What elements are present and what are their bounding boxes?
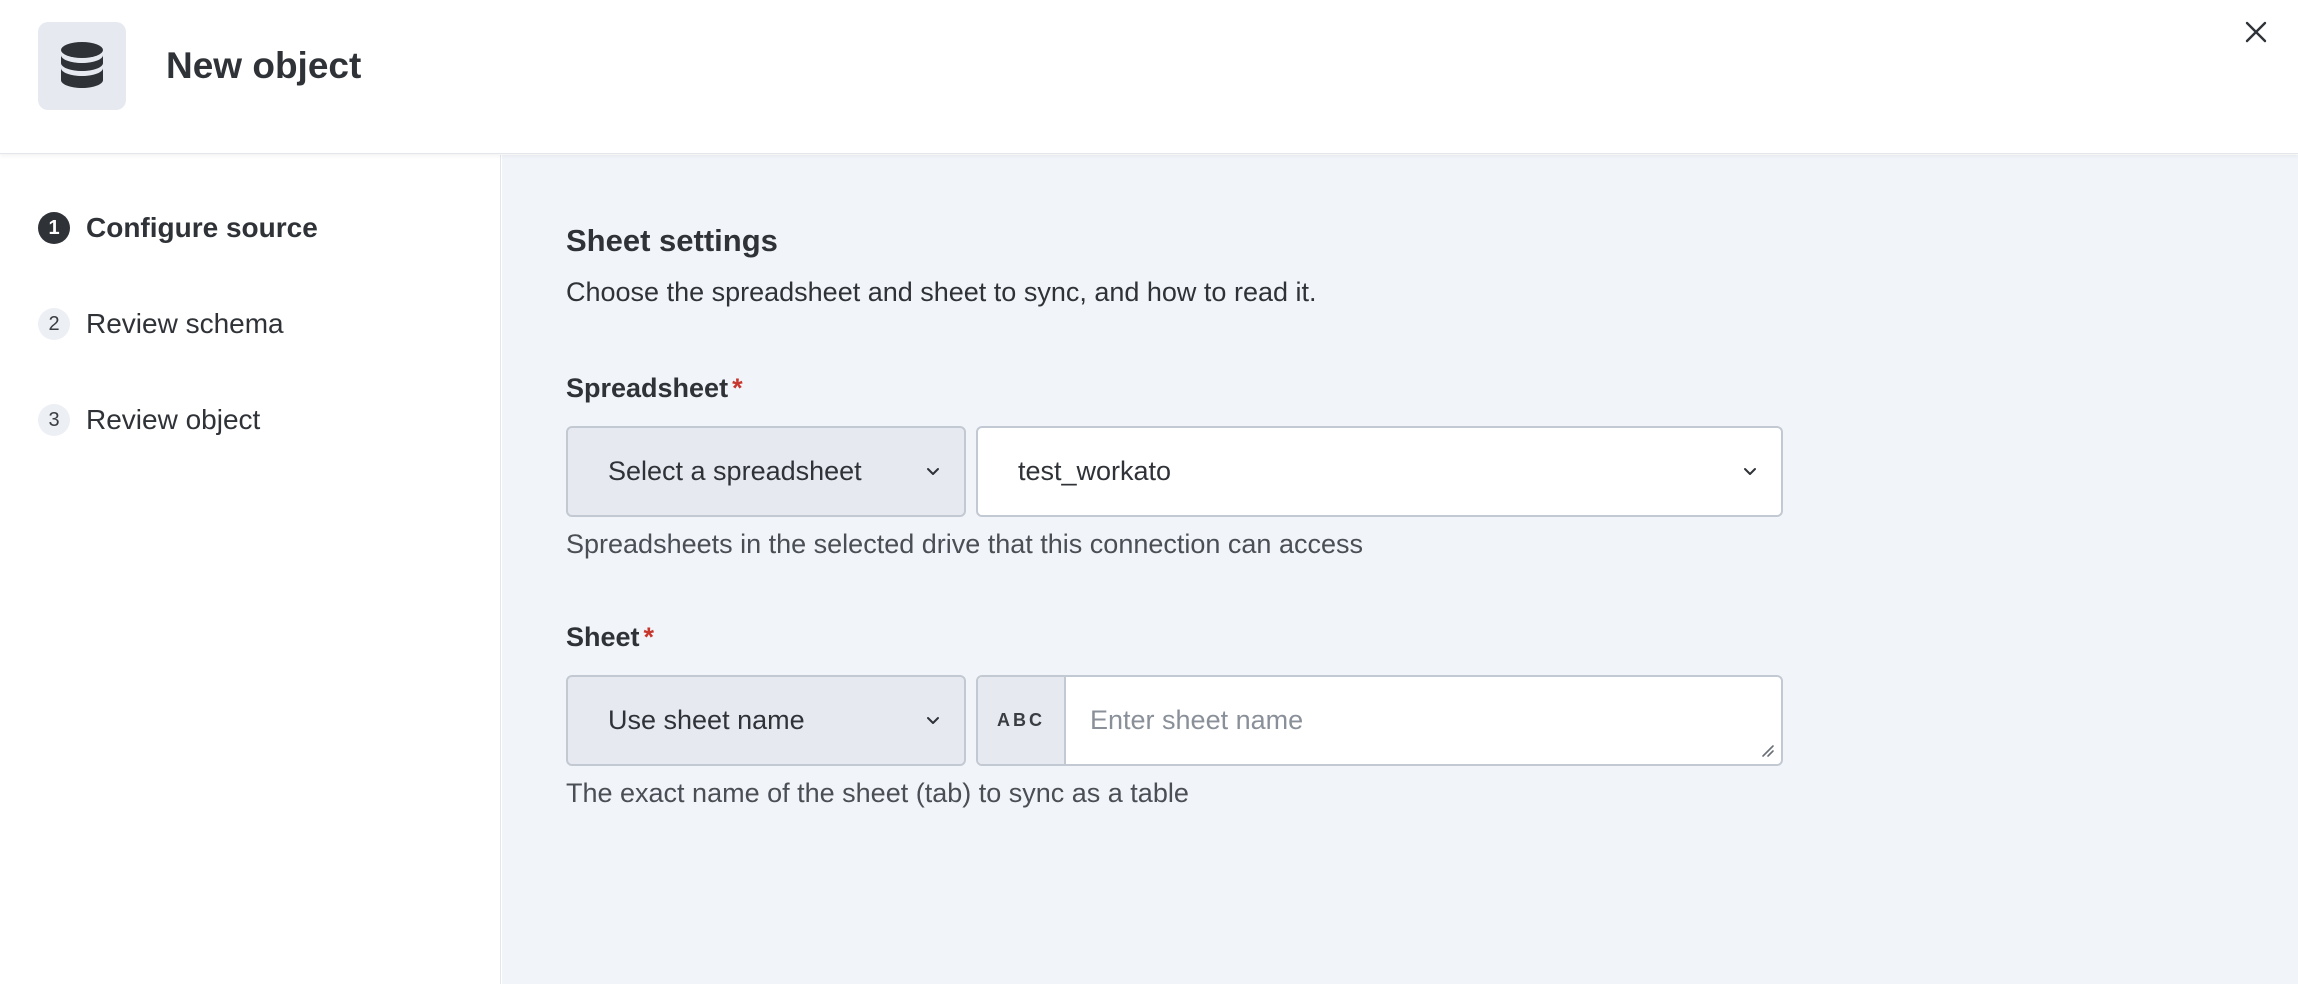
sheet-mode-select[interactable]: Use sheet name <box>566 675 966 766</box>
sheet-name-input[interactable] <box>1066 677 1781 764</box>
sheet-helper-text: The exact name of the sheet (tab) to syn… <box>566 778 1189 808</box>
step-label: Review object <box>86 404 261 435</box>
close-icon <box>2245 21 2267 43</box>
header: New object <box>0 0 2298 154</box>
spreadsheet-value: test_workato <box>1018 456 1172 486</box>
main-panel: Sheet settings Choose the spreadsheet an… <box>502 155 2298 984</box>
spreadsheet-helper-text: Spreadsheets in the selected drive that … <box>566 529 1363 559</box>
sheet-mode-value: Use sheet name <box>608 705 805 735</box>
chevron-down-icon <box>927 468 939 475</box>
required-mark: * <box>643 622 655 652</box>
steps-sidebar: 1 Configure source 2 Review schema 3 Rev… <box>0 155 501 984</box>
step-configure-source[interactable]: 1 Configure source <box>38 208 318 248</box>
chevron-down-icon <box>927 717 939 724</box>
spreadsheet-label-text: Spreadsheet <box>566 373 729 403</box>
spreadsheet-mode-value: Select a spreadsheet <box>608 456 862 486</box>
sheet-label: Sheet * <box>566 622 654 653</box>
step-number: 2 <box>38 308 70 340</box>
close-button[interactable] <box>2238 14 2274 50</box>
step-label: Review schema <box>86 308 284 339</box>
page-title: New object <box>166 45 362 86</box>
sheet-label-text: Sheet <box>566 622 640 652</box>
database-icon <box>38 22 126 110</box>
step-number: 3 <box>38 404 70 436</box>
sheet-name-field: ABC <box>976 675 1783 766</box>
text-type-badge: ABC <box>978 677 1066 764</box>
section-title: Sheet settings <box>566 223 778 258</box>
spreadsheet-label: Spreadsheet * <box>566 373 743 404</box>
step-review-schema[interactable]: 2 Review schema <box>38 304 284 344</box>
spreadsheet-mode-select[interactable]: Select a spreadsheet <box>566 426 966 517</box>
step-review-object[interactable]: 3 Review object <box>38 400 260 440</box>
step-label: Configure source <box>86 212 318 243</box>
section-description: Choose the spreadsheet and sheet to sync… <box>566 277 1317 307</box>
required-mark: * <box>732 373 743 403</box>
chevron-down-icon <box>1744 468 1756 475</box>
resize-handle-icon[interactable] <box>1759 742 1775 758</box>
step-number: 1 <box>38 212 70 244</box>
spreadsheet-select[interactable]: test_workato <box>976 426 1783 517</box>
